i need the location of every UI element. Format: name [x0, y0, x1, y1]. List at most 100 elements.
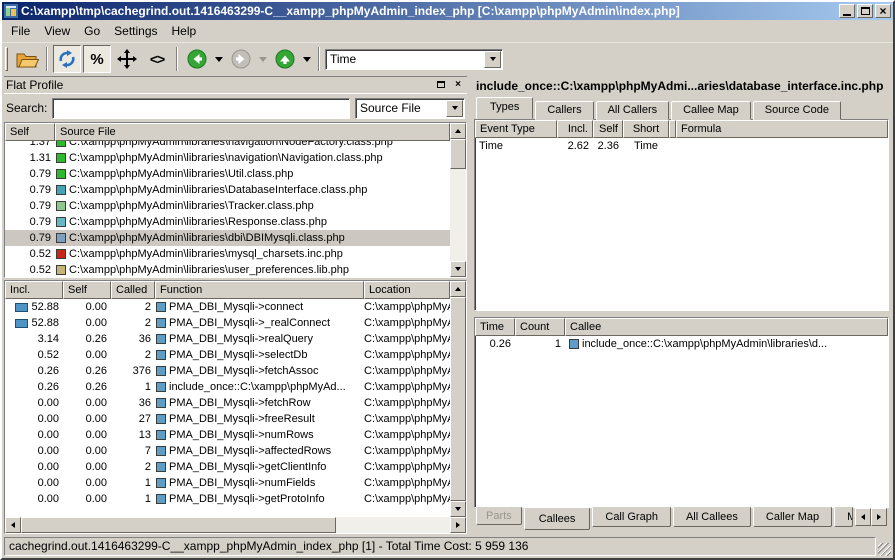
function-row[interactable]: 0.00 0.00 36 PMA_DBI_Mysqli->fetchRow C:… — [5, 395, 450, 411]
detail-tab[interactable]: Callee Map — [671, 101, 751, 120]
reload-button[interactable] — [53, 45, 81, 73]
detail-tab[interactable]: Source Code — [753, 101, 841, 120]
minimize-button[interactable] — [839, 4, 855, 18]
function-row[interactable]: 0.00 0.00 1 PMA_DBI_Mysqli->getProtoInfo… — [5, 491, 450, 507]
source-file-row[interactable]: 1.37 C:\xampp\phpMyAdmin\libraries\navig… — [5, 141, 450, 150]
function-row[interactable]: 52.88 0.00 2 PMA_DBI_Mysqli->connect C:\… — [5, 299, 450, 315]
menu-item[interactable]: Help — [165, 21, 204, 41]
up-button[interactable] — [271, 45, 299, 73]
expand-button[interactable] — [113, 45, 141, 73]
menu-item[interactable]: Go — [77, 21, 107, 41]
scroll-thumb[interactable] — [450, 139, 466, 169]
callee-row[interactable]: 0.26 1 include_once::C:\xampp\phpMyAdmin… — [475, 336, 888, 352]
menu-item[interactable]: File — [4, 21, 37, 41]
column-header-called[interactable]: Called — [111, 281, 155, 299]
column-header-self[interactable]: Self — [593, 120, 623, 138]
resize-grip[interactable] — [878, 543, 891, 556]
title-bar[interactable]: C:\xampp\tmp\cachegrind.out.1416463299-C… — [2, 2, 893, 20]
function-row[interactable]: 0.52 0.00 2 PMA_DBI_Mysqli->selectDb C:\… — [5, 347, 450, 363]
function-name: include_once::C:\xampp\phpMyAd... — [169, 379, 364, 395]
function-row[interactable]: 0.00 0.00 13 PMA_DBI_Mysqli->numRows C:\… — [5, 427, 450, 443]
scroll-down-button[interactable] — [450, 261, 466, 277]
event-type-dropdown-button[interactable] — [484, 51, 501, 68]
function-row[interactable]: 0.00 0.00 27 PMA_DBI_Mysqli->freeResult … — [5, 411, 450, 427]
percent-toggle-button[interactable]: % — [83, 45, 111, 73]
column-header-function[interactable]: Function — [155, 281, 364, 299]
column-header-spacer[interactable] — [669, 120, 676, 138]
column-header-formula[interactable]: Formula — [676, 120, 888, 138]
dock-title-bar[interactable]: Flat Profile × — [4, 76, 467, 94]
source-file-row[interactable]: 0.52 C:\xampp\phpMyAdmin\libraries\mysql… — [5, 246, 450, 262]
event-type-select[interactable]: Time — [325, 49, 503, 70]
toolbar-handle[interactable] — [5, 47, 8, 71]
scroll-track[interactable] — [336, 517, 450, 533]
column-header-callee[interactable]: Callee — [565, 318, 888, 336]
cycle-detection-button[interactable]: <> — [143, 45, 171, 73]
maximize-button[interactable] — [857, 4, 873, 18]
search-input[interactable] — [52, 98, 350, 119]
incl-cell: 0.00 — [5, 411, 63, 427]
forward-button[interactable] — [227, 45, 255, 73]
column-header-self[interactable]: Self — [63, 281, 111, 299]
function-row[interactable]: 0.26 0.26 1 include_once::C:\xampp\phpMy… — [5, 379, 450, 395]
open-button[interactable] — [13, 45, 41, 73]
bottom-tab[interactable]: Parts — [476, 507, 522, 525]
column-header-incl[interactable]: Incl. — [5, 281, 63, 299]
source-file-row[interactable]: 0.79 C:\xampp\phpMyAdmin\libraries\Respo… — [5, 214, 450, 230]
bottom-tab[interactable]: Call Graph — [592, 507, 671, 527]
detail-tab[interactable]: Callers — [535, 101, 593, 120]
up-dropdown-button[interactable] — [301, 45, 313, 73]
scroll-thumb[interactable] — [450, 297, 466, 501]
column-header-source-file[interactable]: Source File — [55, 123, 450, 141]
column-header-event-type[interactable]: Event Type — [475, 120, 557, 138]
grouping-dropdown-button[interactable] — [446, 100, 463, 117]
tab-scroll-right-button[interactable] — [871, 508, 887, 526]
detail-tab[interactable]: Types — [476, 97, 533, 119]
function-row[interactable]: 0.00 0.00 7 PMA_DBI_Mysqli->affectedRows… — [5, 443, 450, 459]
forward-dropdown-button[interactable] — [257, 45, 269, 73]
function-row[interactable]: 0.26 0.26 376 PMA_DBI_Mysqli->fetchAssoc… — [5, 363, 450, 379]
column-header-incl[interactable]: Incl. — [557, 120, 593, 138]
scroll-track[interactable] — [450, 169, 466, 261]
dock-close-button[interactable]: × — [451, 79, 465, 91]
scroll-thumb[interactable] — [21, 517, 336, 533]
back-button[interactable] — [183, 45, 211, 73]
close-button[interactable]: × — [875, 4, 891, 18]
tab-scroll-left-button[interactable] — [855, 508, 871, 526]
grouping-select[interactable]: Source File — [355, 98, 465, 119]
source-file-row[interactable]: 0.79 C:\xampp\phpMyAdmin\libraries\Util.… — [5, 166, 450, 182]
scroll-up-button[interactable] — [450, 123, 466, 139]
source-list-vscrollbar[interactable] — [450, 123, 466, 277]
column-header-self[interactable]: Self — [5, 123, 55, 141]
function-row[interactable]: 0.00 0.00 1 PMA_DBI_Mysqli->numFields C:… — [5, 475, 450, 491]
menu-item[interactable]: Settings — [107, 21, 164, 41]
dock-float-button[interactable] — [434, 79, 448, 91]
bottom-tab[interactable]: All Callees — [673, 507, 751, 527]
bottom-tab[interactable]: Caller Map — [753, 507, 832, 527]
source-file-row[interactable]: 1.31 C:\xampp\phpMyAdmin\libraries\navig… — [5, 150, 450, 166]
source-file-path: C:\xampp\phpMyAdmin\libraries\navigation… — [69, 150, 450, 166]
menu-item[interactable]: View — [37, 21, 77, 41]
source-file-row[interactable]: 0.79 C:\xampp\phpMyAdmin\libraries\Datab… — [5, 182, 450, 198]
function-row[interactable]: 52.88 0.00 2 PMA_DBI_Mysqli->_realConnec… — [5, 315, 450, 331]
column-header-short[interactable]: Short — [623, 120, 669, 138]
column-header-location[interactable]: Location — [364, 281, 450, 299]
event-type-row[interactable]: Time 2.62 2.36 Time — [475, 138, 888, 155]
bottom-tab[interactable]: Machine — [834, 507, 853, 527]
scroll-right-button[interactable] — [450, 517, 466, 533]
function-row[interactable]: 0.00 0.00 2 PMA_DBI_Mysqli->getClientInf… — [5, 459, 450, 475]
detail-tab[interactable]: All Callers — [596, 101, 670, 120]
column-header-count[interactable]: Count — [515, 318, 565, 336]
function-list-vscrollbar[interactable] — [450, 281, 466, 517]
function-list-hscrollbar[interactable] — [5, 517, 466, 533]
scroll-left-button[interactable] — [5, 517, 21, 533]
bottom-tab[interactable]: Callees — [524, 508, 591, 530]
column-header-time[interactable]: Time — [475, 318, 515, 336]
source-file-row[interactable]: 0.52 C:\xampp\phpMyAdmin\libraries\user_… — [5, 262, 450, 277]
source-file-row[interactable]: 0.79 C:\xampp\phpMyAdmin\libraries\Track… — [5, 198, 450, 214]
back-dropdown-button[interactable] — [213, 45, 225, 73]
scroll-down-button[interactable] — [450, 501, 466, 517]
function-row[interactable]: 3.14 0.26 36 PMA_DBI_Mysqli->realQuery C… — [5, 331, 450, 347]
scroll-up-button[interactable] — [450, 281, 466, 297]
source-file-row[interactable]: 0.79 C:\xampp\phpMyAdmin\libraries\dbi\D… — [5, 230, 450, 246]
